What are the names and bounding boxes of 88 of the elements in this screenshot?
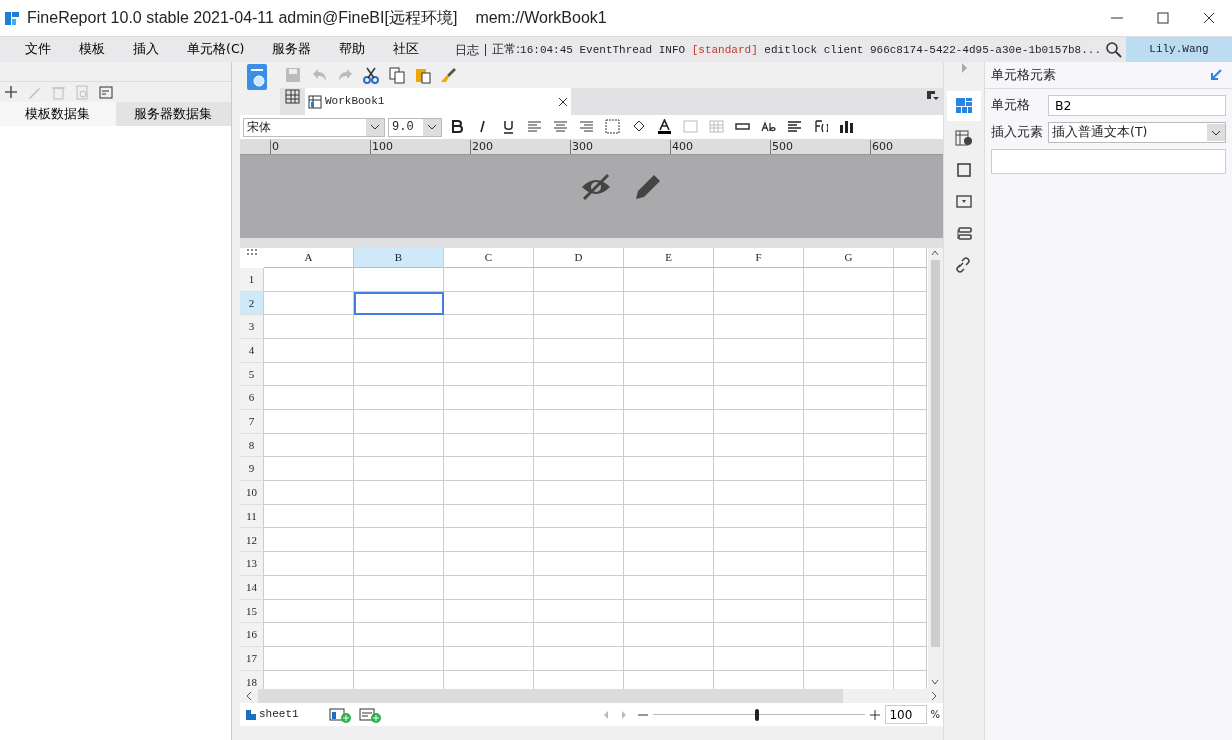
row-header[interactable]: 17 [240,646,264,671]
workbook-icon [308,94,322,109]
menu-item[interactable]: 服务器 [258,40,326,59]
zoom-slider-thumb[interactable] [755,708,760,721]
menu-item[interactable]: 文件 [11,40,65,59]
grid-cell [894,528,927,553]
vertical-scrollbar-thumb[interactable] [931,259,940,647]
menu-item[interactable]: 插入 [119,40,173,59]
column-header[interactable]: E [624,247,714,268]
horizontal-scrollbar-thumb[interactable] [258,689,843,703]
row-header[interactable]: 2 [240,291,264,316]
cell-label: 单元格 [991,96,1031,115]
ruler-tick-label: 400 [670,140,693,154]
close-icon[interactable] [1201,10,1217,26]
row-header[interactable]: 9 [240,457,264,482]
row-header[interactable]: 14 [240,575,264,600]
dataset-tab[interactable]: 服务器数据集 [115,102,231,126]
file-tab-label: WorkBook1 [325,94,386,110]
column-header[interactable]: C [444,247,534,268]
zoom-unit: % [930,708,940,722]
log-label: 日志 [455,41,480,59]
grid-cell [894,599,927,624]
row-header[interactable]: 13 [240,552,264,576]
row-header[interactable]: 1 [240,267,264,292]
chevron-down-icon[interactable] [1211,129,1221,136]
insert-element-label: 插入元素 [991,123,1044,142]
row-header[interactable]: 11 [240,504,264,529]
font-size-select[interactable]: 9.0 [388,117,442,137]
font-select[interactable]: 宋体 [243,117,385,137]
sheet-icon [246,709,256,720]
column-header[interactable]: A [264,247,354,268]
grid-cell [894,623,927,647]
grid-cell [894,433,927,458]
menu-item[interactable]: 帮助 [325,40,380,59]
dataset-tab[interactable]: 模板数据集 [0,102,116,126]
chevron-down-icon[interactable] [427,124,437,130]
row-header[interactable]: 10 [240,481,264,505]
ruler-tick-label: 600 [870,140,893,154]
file-tab[interactable]: WorkBook1 [305,88,571,115]
row-header[interactable]: 4 [240,338,264,363]
menu-item[interactable]: 模板 [65,40,119,59]
row-header[interactable]: 15 [240,599,264,624]
row-header[interactable]: 3 [240,315,264,339]
grid-cell [894,504,927,529]
row-header[interactable]: 6 [240,386,264,410]
menu-item[interactable]: 社区 [379,40,434,59]
grid-cell [894,457,927,482]
grid-cell [894,575,927,600]
grid-cell [894,410,927,434]
row-header[interactable]: 12 [240,528,264,553]
zoom-slider[interactable] [653,707,866,722]
cell-element-icon[interactable] [947,91,981,121]
close-icon[interactable] [558,96,568,107]
cell-input[interactable]: B2 [1048,95,1226,116]
active-cell[interactable] [354,291,444,316]
window-title: FineReport 10.0 stable 2021-04-11 admin@FineBI[远程环境] [27,8,458,28]
ruler-tick-label: 500 [770,140,793,154]
grid-cell [894,267,927,292]
zoom-input[interactable]: 100 [885,705,928,724]
row-header[interactable]: 16 [240,623,264,647]
content-input[interactable] [991,149,1226,174]
ruler-tick-label: 100 [370,140,393,154]
row-header[interactable]: 7 [240,410,264,434]
row-header[interactable]: 8 [240,433,264,458]
column-header[interactable]: D [534,247,624,268]
menu-item[interactable]: 单元格(C) [173,40,259,59]
row-header[interactable]: 5 [240,362,264,387]
grid-cell [894,338,927,363]
column-header[interactable]: F [714,247,804,268]
ruler-tick-label: 0 [270,140,279,154]
insert-element-select[interactable]: 插入普通文本(T) [1048,122,1226,143]
ruler-tick-label: 200 [470,140,493,154]
grid-cell [894,552,927,576]
log-message: 正常:16:04:45 EventThread INFO [standard] editlock client 966c8174-5422-4d95-a30e-1b0157b8... [492,41,1101,59]
grid-cell [894,646,927,671]
document-path: mem://WorkBook1 [475,8,607,28]
column-header[interactable]: G [804,247,894,268]
grid-cell [894,362,927,387]
column-header[interactable]: B [354,247,444,268]
sheet-tab-label: sheet1 [259,707,299,723]
panel-title: 单元格元素 [991,65,1057,84]
grid-cell [894,481,927,505]
ruler-tick-label: 300 [570,140,593,154]
maximize-icon[interactable] [1155,10,1171,26]
chevron-down-icon[interactable] [370,124,380,130]
grid-cell [894,386,927,410]
grid-cell [894,315,927,339]
grid-cell [894,291,927,316]
